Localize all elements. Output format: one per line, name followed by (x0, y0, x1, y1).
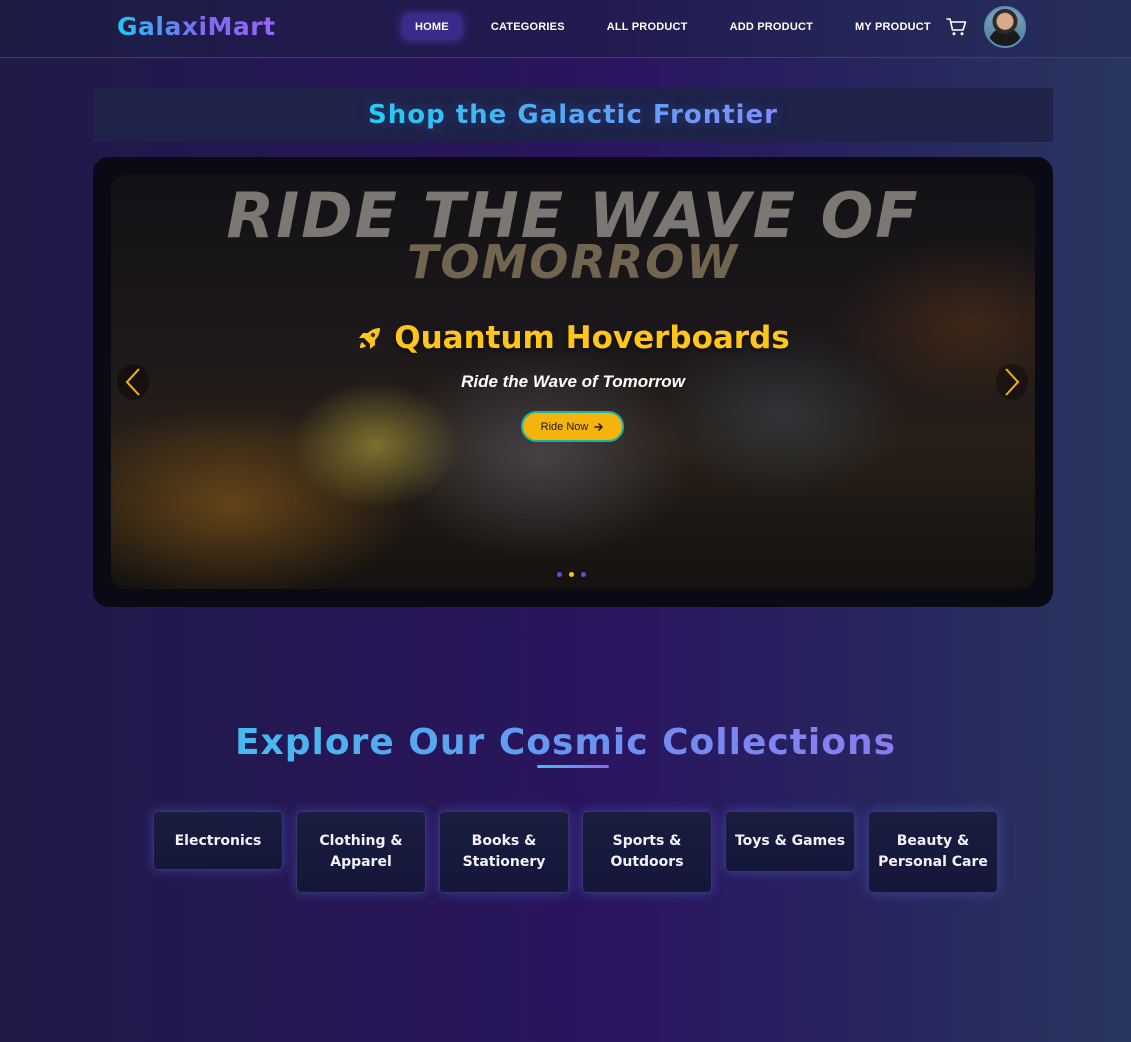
shopping-cart-icon[interactable] (946, 17, 968, 37)
slide-subtitle: Ride the Wave of Tomorrow (461, 372, 685, 391)
hero-slider: RIDE THE WAVE OF TOMORROW Quantum Hoverb… (93, 157, 1053, 607)
nav-link-home[interactable]: HOME (402, 14, 462, 40)
collections-title-underline (537, 765, 609, 768)
slide-quantum-hoverboards: RIDE THE WAVE OF TOMORROW Quantum Hoverb… (111, 175, 1035, 589)
arrow-right-icon (594, 422, 604, 431)
chevron-left-icon (125, 368, 140, 396)
hero-title-bar: Shop the Galactic Frontier (93, 88, 1053, 142)
chevron-right-icon (1005, 368, 1020, 396)
category-list: Electronics Clothing & Apparel Books & S… (153, 811, 998, 893)
category-card-books-stationery[interactable]: Books & Stationery (439, 811, 569, 893)
nav-link-categories[interactable]: CATEGORIES (478, 14, 578, 40)
slider-dot-active[interactable] (569, 572, 574, 577)
logo[interactable]: GalaxiMart (117, 12, 276, 41)
nav-link-all-product[interactable]: ALL PRODUCT (594, 14, 701, 40)
category-card-beauty-personal-care[interactable]: Beauty & Personal Care (868, 811, 998, 893)
slide-heading: Quantum Hoverboards (111, 320, 1035, 356)
slider-next-button[interactable] (996, 364, 1028, 400)
slider-pagination (557, 572, 586, 577)
category-card-electronics[interactable]: Electronics (153, 811, 283, 870)
user-avatar[interactable] (984, 6, 1026, 48)
ride-now-label: Ride Now (540, 420, 589, 433)
category-card-clothing-apparel[interactable]: Clothing & Apparel (296, 811, 426, 893)
nav-links: HOME CATEGORIES ALL PRODUCT ADD PRODUCT … (402, 14, 960, 40)
ride-now-button[interactable]: Ride Now (521, 411, 624, 442)
slider-prev-button[interactable] (117, 364, 149, 400)
rocket-icon (359, 328, 381, 349)
category-card-sports-outdoors[interactable]: Sports & Outdoors (582, 811, 712, 893)
collections-title: Explore Our Cosmic Collections (0, 722, 1131, 763)
hero-title: Shop the Galactic Frontier (367, 100, 779, 130)
navbar: GalaxiMart HOME CATEGORIES ALL PRODUCT A… (0, 0, 1131, 58)
nav-link-add-product[interactable]: ADD PRODUCT (717, 14, 826, 40)
slide-heading-text: Quantum Hoverboards (394, 320, 790, 356)
category-card-toys-games[interactable]: Toys & Games (725, 811, 855, 872)
slider-dot[interactable] (557, 572, 562, 577)
slider-dot[interactable] (581, 572, 586, 577)
nav-link-my-product[interactable]: MY PRODUCT (842, 14, 944, 40)
